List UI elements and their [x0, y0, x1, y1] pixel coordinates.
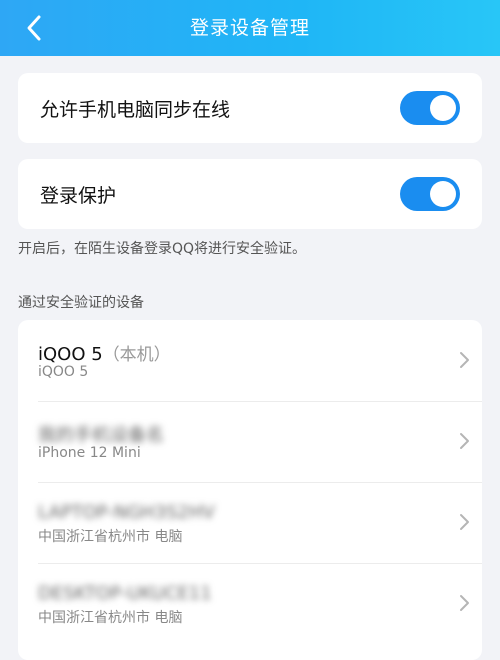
- sync-online-row: 允许手机电脑同步在线: [18, 73, 482, 143]
- app-header: 登录设备管理: [0, 0, 500, 56]
- login-protection-label: 登录保护: [40, 184, 117, 207]
- sync-online-toggle[interactable]: [400, 91, 460, 125]
- device-model: iQOO 5: [38, 364, 89, 380]
- login-protection-card: 登录保护: [18, 159, 482, 229]
- device-row-4[interactable]: DESKTOP-UKUCE11 中国浙江省杭州市 电脑: [18, 563, 482, 644]
- device-row-3[interactable]: LAPTOP-NGH3S2HV 中国浙江省杭州市 电脑: [18, 482, 482, 563]
- device-name: iQOO 5（本机）: [38, 340, 171, 365]
- device-row-1[interactable]: iQOO 5（本机） iQOO 5: [18, 320, 482, 401]
- login-protection-toggle[interactable]: [400, 177, 460, 211]
- device-model: iPhone 12 Mini: [38, 445, 141, 461]
- device-name-text: iQOO 5: [38, 344, 103, 365]
- chevron-right-icon: [460, 352, 469, 368]
- chevron-right-icon: [460, 433, 469, 449]
- devices-section-label: 通过安全验证的设备: [18, 295, 144, 311]
- sync-online-label: 允许手机电脑同步在线: [40, 98, 231, 121]
- device-list: iQOO 5（本机） iQOO 5 我的手机设备名 iPhone 12 Mini…: [18, 320, 482, 660]
- toggle-knob: [430, 181, 456, 207]
- sync-online-card: 允许手机电脑同步在线: [18, 73, 482, 143]
- device-location: 中国浙江省杭州市 电脑: [38, 529, 183, 545]
- device-row-2[interactable]: 我的手机设备名 iPhone 12 Mini: [18, 401, 482, 482]
- local-device-tag: （本机）: [102, 345, 171, 365]
- chevron-right-icon: [460, 595, 469, 611]
- toggle-knob: [430, 95, 456, 121]
- page-title: 登录设备管理: [189, 17, 310, 39]
- device-location: 中国浙江省杭州市 电脑: [38, 610, 183, 626]
- device-name: DESKTOP-UKUCE11: [38, 583, 212, 604]
- chevron-right-icon: [460, 514, 469, 530]
- device-name: 我的手机设备名: [38, 425, 164, 446]
- login-protection-hint: 开启后，在陌生设备登录QQ将进行安全验证。: [18, 241, 307, 257]
- device-name: LAPTOP-NGH3S2HV: [38, 502, 215, 523]
- login-protection-row: 登录保护: [18, 159, 482, 229]
